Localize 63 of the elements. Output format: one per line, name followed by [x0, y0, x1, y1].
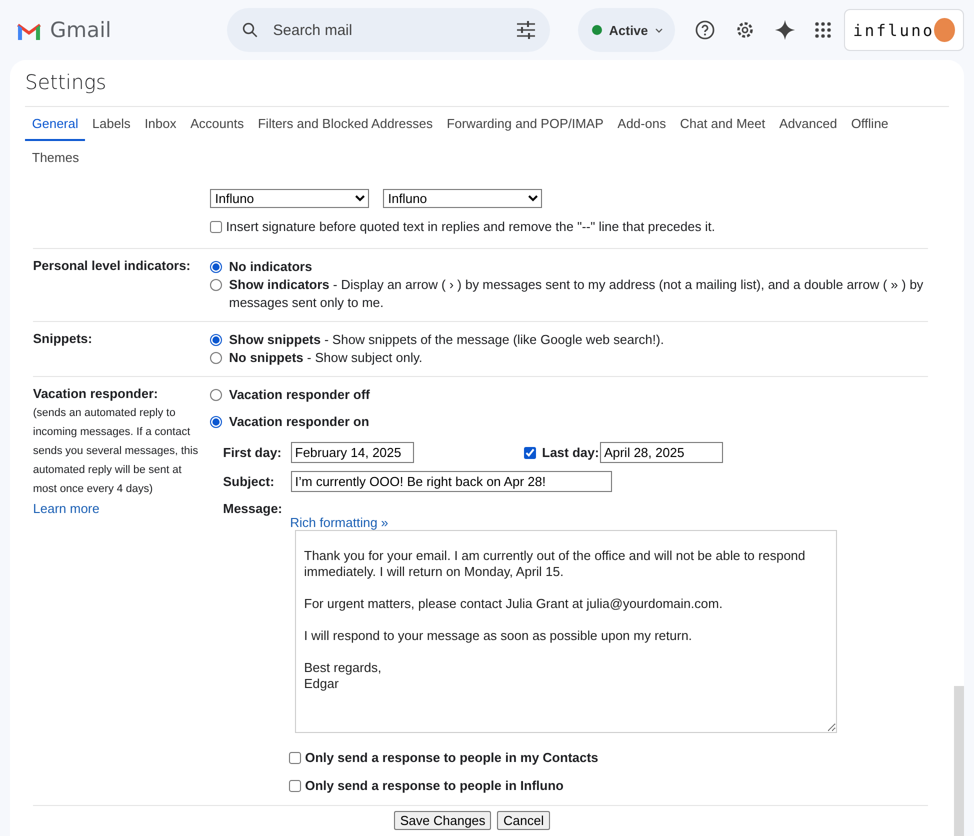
- search-icon: [241, 21, 259, 39]
- option-text: Vacation responder on: [229, 413, 370, 431]
- message-field[interactable]: Thank you for your email. I am currently out of the office and will not be able to respond immediately. I will return on Monday, April 15. For urgent matters, please contact Julia Grant at julia@yourdomain.com. I will respond to your message as soon as possible upon my return. Best regards, Edgar: [295, 530, 837, 733]
- cancel-button[interactable]: Cancel: [497, 811, 550, 830]
- setting-label: Personal level indicators:: [33, 258, 192, 273]
- rich-formatting-link[interactable]: Rich formatting »: [290, 515, 928, 530]
- checkbox-label: Insert signature before quoted text in replies and remove the "--" line that precedes it.: [226, 218, 716, 236]
- signature-select[interactable]: Influno: [383, 189, 542, 208]
- settings-tab[interactable]: Forwarding and POP/IMAP: [440, 107, 611, 141]
- avatar: [934, 18, 955, 42]
- save-button[interactable]: Save Changes: [394, 811, 492, 830]
- learn-more-link[interactable]: Learn more: [33, 501, 202, 516]
- settings-tab[interactable]: Inbox: [138, 107, 184, 141]
- option-text: Show snippets - Show snippets of the message (like Google web search!).: [229, 331, 664, 349]
- date-field[interactable]: April 28, 2025: [600, 442, 724, 463]
- settings-title: Settings: [24, 69, 108, 96]
- setting-label: Snippets:: [33, 331, 94, 346]
- search-field[interactable]: Search mail: [271, 20, 504, 40]
- scrollbar-thumb[interactable]: [954, 686, 964, 836]
- filter-sliders-icon[interactable]: [516, 21, 536, 39]
- radio-button[interactable]: [210, 352, 222, 364]
- field-label: Message:: [223, 500, 284, 516]
- settings-tab[interactable]: Themes: [25, 141, 86, 175]
- settings-tab[interactable]: Add-ons: [610, 107, 673, 141]
- apps-grid-icon[interactable]: [815, 22, 832, 38]
- sparkle-icon[interactable]: [775, 20, 796, 40]
- settings-tab[interactable]: Accounts: [183, 107, 251, 141]
- account-button[interactable]: influno: [844, 9, 964, 51]
- settings-tab[interactable]: Advanced: [772, 107, 844, 141]
- radio-button[interactable]: [210, 416, 222, 428]
- subject-field[interactable]: I’m currently OOO! Be right back on Apr 28!: [291, 470, 612, 492]
- search-bar[interactable]: Search mail: [227, 8, 550, 52]
- checkbox[interactable]: [524, 446, 536, 458]
- option-text: No indicators: [229, 258, 312, 276]
- settings-icon[interactable]: [735, 20, 756, 40]
- field-label: First day:: [223, 445, 283, 460]
- checkbox[interactable]: [210, 221, 222, 233]
- settings-tab[interactable]: General: [25, 107, 86, 141]
- status-button[interactable]: Active: [578, 8, 676, 52]
- signature-select[interactable]: Influno: [210, 189, 369, 208]
- checkbox[interactable]: [289, 752, 301, 764]
- radio-button[interactable]: [210, 279, 222, 291]
- radio-button[interactable]: [210, 389, 222, 401]
- settings-tab[interactable]: Filters and Blocked Addresses: [250, 107, 440, 141]
- checkbox-label: Only send a response to people in Influno: [305, 777, 564, 795]
- field-label: Last day:: [542, 445, 600, 460]
- date-field[interactable]: February 14, 2025: [291, 442, 414, 463]
- option-text: No snippets - Show subject only.: [229, 349, 422, 367]
- settings-tab[interactable]: Offline: [844, 107, 896, 141]
- settings-tab[interactable]: Labels: [85, 107, 138, 141]
- setting-note: (sends an automated reply to incoming messages. If a contact sends you several messages, this automated reply will be sent at most once every 4 days): [33, 406, 200, 497]
- chevron-down-icon: [655, 28, 664, 32]
- checkbox-label: Only send a response to people in my Contacts: [305, 749, 598, 767]
- setting-label: Vacation responder:: [33, 386, 159, 401]
- option-text: Show indicators - Display an arrow ( › ) by messages sent to my address (not a mailing list), and a double arrow ( » ) by messages sent only to me.: [229, 276, 924, 312]
- gmail-logo-text: Gmail: [50, 18, 112, 42]
- settings-tab[interactable]: Chat and Meet: [672, 107, 772, 141]
- radio-button[interactable]: [210, 334, 222, 346]
- radio-button[interactable]: [210, 261, 222, 273]
- option-text: Vacation responder off: [229, 386, 370, 404]
- checkbox[interactable]: [289, 780, 301, 792]
- help-icon[interactable]: [695, 20, 716, 40]
- field-label: Subject:: [223, 474, 276, 488]
